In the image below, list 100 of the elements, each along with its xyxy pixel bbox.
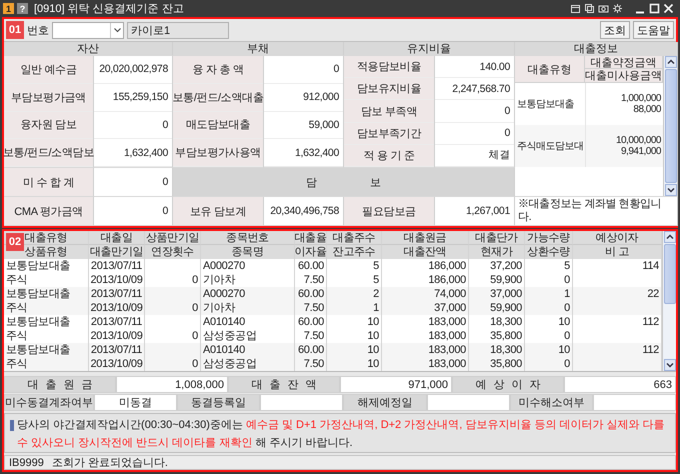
table-cell: 1,000,000 (621, 93, 661, 104)
scroll-down-icon[interactable] (664, 184, 676, 196)
close-icon[interactable] (663, 3, 674, 14)
section-header: 담 보 (173, 168, 515, 197)
table-cell: 10 (327, 343, 382, 357)
account-number-field[interactable] (52, 22, 124, 38)
field-label: 미수해소여부 (510, 394, 593, 411)
field-value: 1,008,000 (116, 376, 228, 393)
field-label: 적 용 기 준 (344, 144, 434, 168)
column-header: 잔고주수 (327, 245, 382, 259)
table-cell: 35,800 (469, 357, 525, 371)
field-value: 1,632,400 (94, 139, 172, 167)
field-label: CMA 평가금액 (4, 197, 94, 226)
field-value: 2,247,568.70 (435, 78, 514, 100)
table-cell: A010140 (201, 343, 295, 357)
field-label: 부담보평가금액 (4, 84, 93, 112)
field-label: 부담보평가사용액 (173, 139, 263, 167)
table-cell: 10 (327, 357, 382, 371)
toolbar-button[interactable]: 도움말 (633, 21, 674, 39)
field-label: 담보부족기간 (344, 122, 434, 145)
account-label: 번호 (27, 24, 49, 38)
column-header: 예상이자 (573, 231, 662, 245)
table-cell: 183,000 (382, 315, 469, 329)
scroll-down-icon[interactable] (664, 359, 676, 371)
field-value: 1,632,400 (264, 139, 343, 167)
table-cell: 주식 (4, 301, 89, 315)
field-label: 담보 부족액 (344, 100, 434, 123)
copy-icon[interactable] (584, 3, 595, 14)
field-label: 보유 담보계 (173, 197, 264, 226)
field-value: 0 (94, 112, 172, 140)
column-header: 상품유형 (4, 245, 89, 259)
note-text: ※대출정보는 계좌별 현황입니다. (515, 197, 678, 226)
table-cell: 1 (525, 287, 573, 301)
table-cell: 37,000 (469, 287, 525, 301)
table-cell: 74,000 (382, 287, 469, 301)
field-value: 0 (435, 122, 514, 145)
table-cell: 1 (327, 301, 382, 315)
window-icon[interactable] (570, 3, 581, 14)
column-header: 대출단가 (469, 231, 525, 245)
table-cell: 기아차 (201, 301, 295, 315)
column-header: 대출율 (295, 231, 327, 245)
section-header: 부채 (173, 42, 344, 56)
column-header: 대출주수 (327, 231, 382, 245)
field-value: 1,267,001 (435, 197, 515, 226)
field-label: 대 출 잔 액 (228, 376, 340, 393)
toolbar-button[interactable]: 조회 (600, 21, 630, 39)
table-cell: 60.00 (295, 287, 327, 301)
table-cell: 0 (145, 301, 201, 315)
table-cell: 18,300 (469, 315, 525, 329)
field-value: 미동결 (94, 394, 178, 411)
bullet-icon (10, 420, 14, 431)
table-cell: 2013/10/09 (89, 301, 145, 315)
table-cell: 18,300 (469, 343, 525, 357)
table-cell: A010140 (201, 315, 295, 329)
table-cell: 보통담보대출 (4, 259, 89, 273)
column-header: 비 고 (573, 245, 662, 259)
table-cell: 183,000 (382, 343, 469, 357)
maximize-icon[interactable] (649, 3, 660, 14)
field-label: 융 자 총 액 (173, 56, 263, 84)
field-value: 663 (564, 376, 676, 393)
table-cell: 60.00 (295, 343, 327, 357)
field-label: 대 출 원 금 (4, 376, 116, 393)
field-value: 155,259,150 (94, 84, 172, 112)
table-cell-text: 보통담보대출 (516, 98, 575, 112)
table-cell: 0 (525, 301, 573, 315)
column-header: 대출미사용금액 (585, 69, 663, 82)
column-header: 대출잔액 (382, 245, 469, 259)
scrollbar[interactable] (663, 56, 677, 196)
table-cell-text: 주식매도담보대 (516, 140, 584, 154)
field-value: 971,000 (340, 376, 452, 393)
column-header: 상환수량 (525, 245, 573, 259)
table-cell: 37,000 (382, 301, 469, 315)
section-badge: 01 (6, 21, 24, 39)
table-cell: 2013/07/11 (89, 315, 145, 329)
table-cell: 183,000 (382, 357, 469, 371)
camera-icon[interactable] (598, 3, 609, 14)
scroll-up-icon[interactable] (664, 231, 676, 243)
table-cell: 10 (525, 343, 573, 357)
status-message: 조회가 완료되었습니다. (52, 456, 168, 470)
scrollbar[interactable] (662, 231, 676, 371)
column-header: 대출원금 (382, 231, 469, 245)
app-badge: 1 (3, 3, 14, 14)
scroll-thumb[interactable] (664, 69, 676, 183)
table-cell: 보통담보대출 (4, 287, 89, 301)
settings-icon[interactable] (612, 3, 623, 14)
table-cell: 60.00 (295, 315, 327, 329)
table-cell: 37,200 (469, 259, 525, 273)
caret-icon (114, 28, 120, 32)
field-label: 미 수 합 계 (4, 168, 94, 197)
field-label: 보통/펀드/소액대출 (173, 84, 263, 112)
table-cell: 2013/10/09 (89, 357, 145, 371)
table-cell: 88,000 (633, 104, 661, 115)
column-header: 이자율 (295, 245, 327, 259)
scroll-thumb[interactable] (664, 244, 676, 304)
table-cell: 보통담보대출 (4, 315, 89, 329)
scroll-up-icon[interactable] (664, 56, 676, 68)
column-header: 상품만기일 (145, 231, 201, 245)
column-header: 가능수량 (525, 231, 573, 245)
table-cell: 2 (327, 287, 382, 301)
column-header: 현재가 (469, 245, 525, 259)
